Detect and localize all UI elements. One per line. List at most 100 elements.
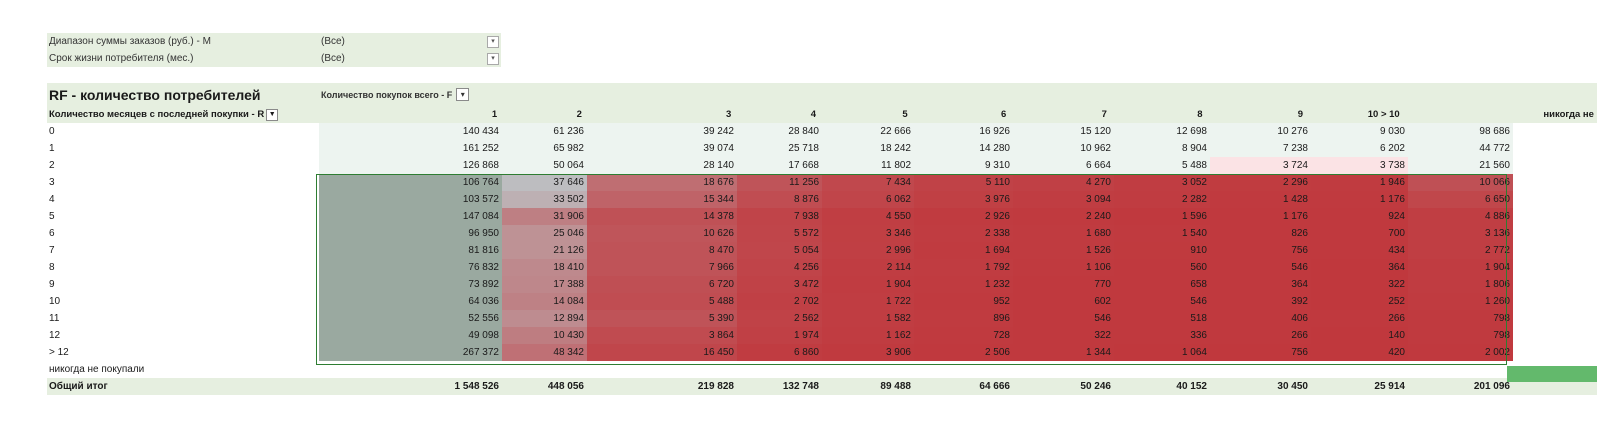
data-cell[interactable]: 546: [1114, 293, 1210, 310]
total-cell[interactable]: 1 548 526: [319, 378, 502, 395]
data-cell[interactable]: 952: [914, 293, 1013, 310]
data-cell[interactable]: 1 106: [1013, 259, 1114, 276]
data-cell[interactable]: 7 434: [822, 174, 914, 191]
data-cell[interactable]: 6 202: [1311, 140, 1408, 157]
data-cell[interactable]: 17 668: [737, 157, 822, 174]
data-cell[interactable]: 322: [1013, 327, 1114, 344]
data-cell[interactable]: 4 256: [737, 259, 822, 276]
data-cell[interactable]: 161 252: [319, 140, 502, 157]
row-filter-icon[interactable]: ▼: [266, 108, 279, 121]
data-cell[interactable]: [1408, 361, 1513, 378]
data-cell[interactable]: 1 176: [1311, 191, 1408, 208]
data-cell[interactable]: 15 344: [587, 191, 737, 208]
data-cell[interactable]: 6 062: [822, 191, 914, 208]
data-cell[interactable]: 15 120: [1013, 123, 1114, 140]
data-cell[interactable]: 267 372: [319, 344, 502, 361]
data-cell[interactable]: 3 094: [1013, 191, 1114, 208]
data-cell[interactable]: 18 242: [822, 140, 914, 157]
data-cell[interactable]: 2 282: [1114, 191, 1210, 208]
data-cell[interactable]: 50 064: [502, 157, 587, 174]
data-cell[interactable]: 10 066: [1408, 174, 1513, 191]
data-cell[interactable]: 3 976: [914, 191, 1013, 208]
total-cell[interactable]: 25 914: [1311, 378, 1408, 395]
column-filter-icon[interactable]: ▾: [456, 88, 470, 101]
data-cell[interactable]: 392: [1210, 293, 1311, 310]
data-cell[interactable]: 1 260: [1408, 293, 1513, 310]
data-cell[interactable]: 2 702: [737, 293, 822, 310]
data-cell[interactable]: 1 344: [1013, 344, 1114, 361]
data-cell[interactable]: 1 806: [1408, 276, 1513, 293]
data-cell[interactable]: 16 926: [914, 123, 1013, 140]
data-cell[interactable]: [1114, 361, 1210, 378]
data-cell[interactable]: 252: [1311, 293, 1408, 310]
data-cell[interactable]: 322: [1311, 276, 1408, 293]
data-cell[interactable]: 12 698: [1114, 123, 1210, 140]
data-cell[interactable]: 1 904: [822, 276, 914, 293]
data-cell[interactable]: 2 338: [914, 225, 1013, 242]
data-cell[interactable]: 3 738: [1311, 157, 1408, 174]
data-cell[interactable]: 700: [1311, 225, 1408, 242]
data-cell[interactable]: 406: [1210, 310, 1311, 327]
data-cell[interactable]: 1 722: [822, 293, 914, 310]
data-cell[interactable]: 4 550: [822, 208, 914, 225]
data-cell[interactable]: 798: [1408, 310, 1513, 327]
data-cell[interactable]: 602: [1013, 293, 1114, 310]
data-cell[interactable]: 14 378: [587, 208, 737, 225]
total-cell[interactable]: 64 666: [914, 378, 1013, 395]
data-cell[interactable]: 22 666: [822, 123, 914, 140]
data-cell[interactable]: 11 802: [822, 157, 914, 174]
data-cell[interactable]: 518: [1114, 310, 1210, 327]
data-cell[interactable]: 18 410: [502, 259, 587, 276]
data-cell[interactable]: 1 162: [822, 327, 914, 344]
data-cell[interactable]: 266: [1210, 327, 1311, 344]
data-cell[interactable]: 8 876: [737, 191, 822, 208]
data-cell[interactable]: 1 176: [1210, 208, 1311, 225]
data-cell[interactable]: 1 694: [914, 242, 1013, 259]
data-cell[interactable]: 16 450: [587, 344, 737, 361]
data-cell[interactable]: 2 562: [737, 310, 822, 327]
data-cell[interactable]: 33 502: [502, 191, 587, 208]
data-cell[interactable]: 39 074: [587, 140, 737, 157]
data-cell[interactable]: 21 126: [502, 242, 587, 259]
data-cell[interactable]: 126 868: [319, 157, 502, 174]
total-cell[interactable]: 50 246: [1013, 378, 1114, 395]
data-cell[interactable]: 1 596: [1114, 208, 1210, 225]
total-cell[interactable]: 132 748: [737, 378, 822, 395]
data-cell[interactable]: 37 646: [502, 174, 587, 191]
data-cell[interactable]: 8 470: [587, 242, 737, 259]
data-cell[interactable]: 658: [1114, 276, 1210, 293]
data-cell[interactable]: 798: [1408, 327, 1513, 344]
data-cell[interactable]: 728: [914, 327, 1013, 344]
data-cell[interactable]: 7 938: [737, 208, 822, 225]
data-cell[interactable]: 434: [1311, 242, 1408, 259]
data-cell[interactable]: 6 650: [1408, 191, 1513, 208]
data-cell[interactable]: 106 764: [319, 174, 502, 191]
data-cell[interactable]: 65 982: [502, 140, 587, 157]
data-cell[interactable]: [1311, 361, 1408, 378]
data-cell[interactable]: 1 232: [914, 276, 1013, 293]
data-cell[interactable]: 2 114: [822, 259, 914, 276]
data-cell[interactable]: 10 962: [1013, 140, 1114, 157]
data-cell[interactable]: 1 428: [1210, 191, 1311, 208]
data-cell[interactable]: 25 046: [502, 225, 587, 242]
data-cell[interactable]: 5 110: [914, 174, 1013, 191]
data-cell[interactable]: 4 886: [1408, 208, 1513, 225]
selected-cell-highlight[interactable]: [1507, 366, 1597, 382]
data-cell[interactable]: 5 488: [587, 293, 737, 310]
data-cell[interactable]: 81 816: [319, 242, 502, 259]
data-cell[interactable]: 2 926: [914, 208, 1013, 225]
data-cell[interactable]: 25 718: [737, 140, 822, 157]
data-cell[interactable]: 9 030: [1311, 123, 1408, 140]
data-cell[interactable]: 756: [1210, 242, 1311, 259]
data-cell[interactable]: 5 488: [1114, 157, 1210, 174]
row-field-header[interactable]: Количество месяцев с последней покупки -…: [47, 108, 318, 121]
data-cell[interactable]: 17 388: [502, 276, 587, 293]
total-cell[interactable]: 448 056: [502, 378, 587, 395]
data-cell[interactable]: 1 680: [1013, 225, 1114, 242]
data-cell[interactable]: 10 276: [1210, 123, 1311, 140]
data-cell[interactable]: 3 136: [1408, 225, 1513, 242]
data-cell[interactable]: [1210, 361, 1311, 378]
data-cell[interactable]: 10 430: [502, 327, 587, 344]
data-cell[interactable]: 896: [914, 310, 1013, 327]
data-cell[interactable]: 44 772: [1408, 140, 1513, 157]
